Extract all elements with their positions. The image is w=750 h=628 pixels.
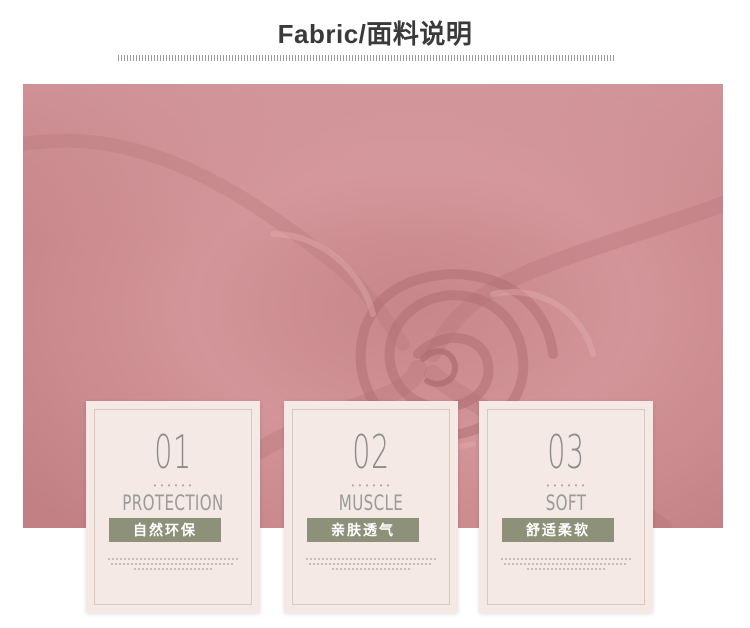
- card-chinese-badge: 亲肤透气: [307, 518, 419, 542]
- dots-divider: • • • • • •: [351, 481, 391, 490]
- card-number: 03: [547, 425, 585, 479]
- fine-print-lines: [108, 558, 238, 573]
- card-chinese-badge: 舒适柔软: [502, 518, 614, 542]
- dots-divider: • • • • • •: [546, 481, 586, 490]
- page-title: Fabric/面料说明: [277, 19, 473, 49]
- dots-divider: • • • • • •: [153, 481, 193, 490]
- feature-card-protection: 01 • • • • • • PROTECTION 自然环保: [86, 401, 260, 613]
- title-underline-divider: [118, 55, 614, 61]
- card-chinese-badge: 自然环保: [109, 518, 221, 542]
- fine-print-lines: [501, 558, 631, 573]
- feature-card-soft: 03 • • • • • • SOFT 舒适柔软: [479, 401, 653, 613]
- feature-card-muscle: 02 • • • • • • MUSCLE 亲肤透气: [284, 401, 458, 613]
- card-english-label: PROTECTION: [122, 491, 224, 515]
- card-english-label: MUSCLE: [338, 491, 404, 515]
- fine-print-lines: [306, 558, 436, 573]
- card-number: 01: [154, 425, 192, 479]
- card-english-label: SOFT: [545, 491, 587, 515]
- card-number: 02: [352, 425, 390, 479]
